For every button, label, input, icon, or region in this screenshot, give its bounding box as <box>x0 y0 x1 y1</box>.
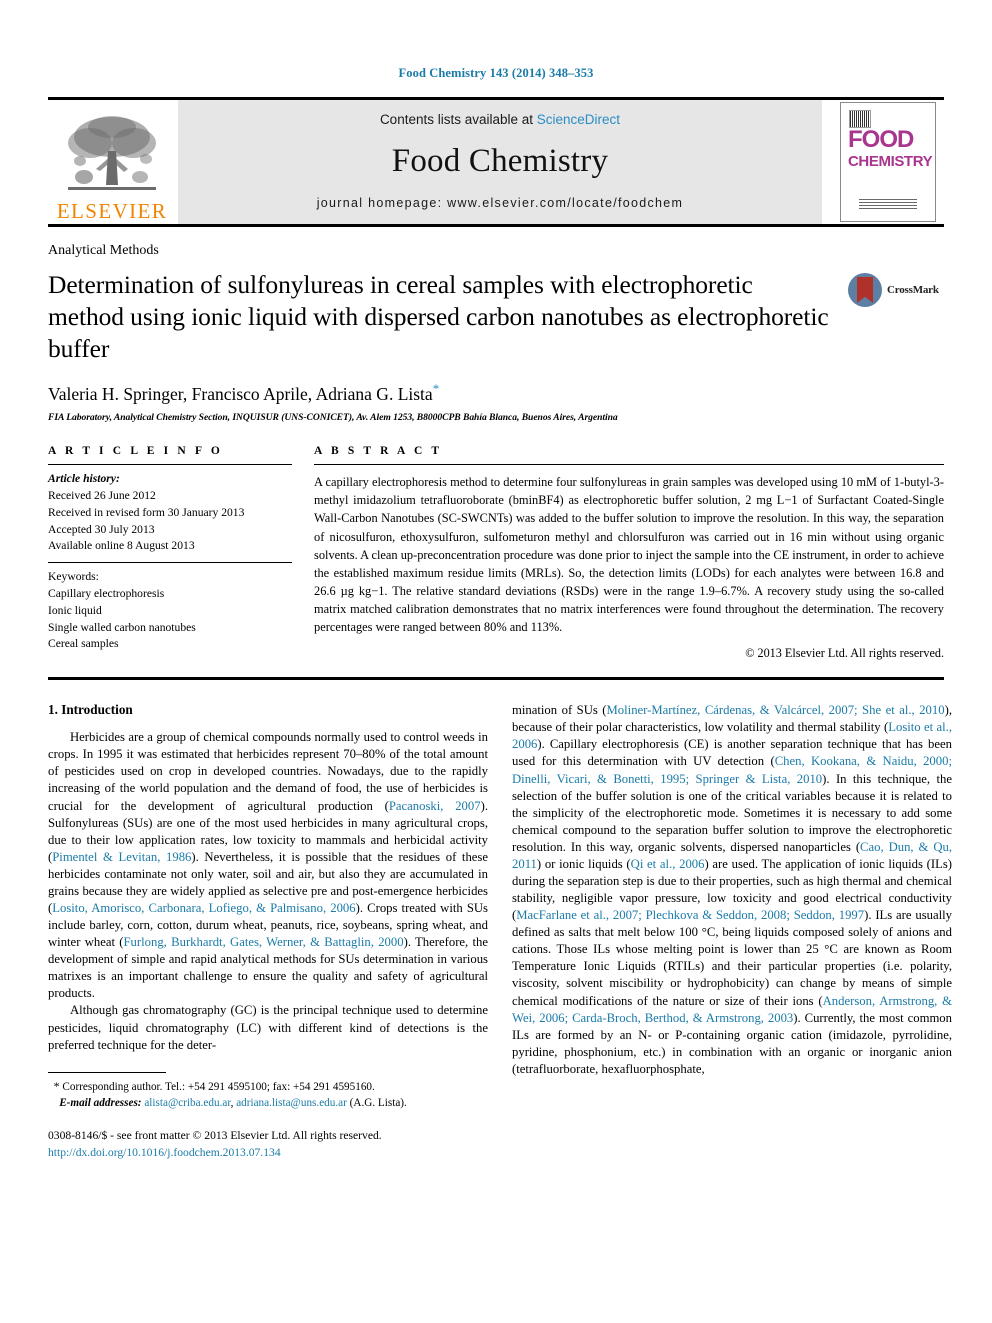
body-top-rule <box>48 677 944 681</box>
article-info-heading: A R T I C L E I N F O <box>48 445 223 458</box>
journal-title: Food Chemistry <box>391 143 609 179</box>
keywords-group: Keywords: Capillary electrophoresis Ioni… <box>48 562 292 653</box>
keywords-label: Keywords: <box>48 570 99 584</box>
crossmark-badge[interactable]: CrossMark <box>848 273 944 307</box>
journal-masthead: ELSEVIER Contents lists available at Sci… <box>48 97 944 224</box>
elsevier-wordmark: ELSEVIER <box>56 199 168 223</box>
intro-paragraph-continued: mination of SUs (Moliner-Martínez, Cárde… <box>512 702 952 1078</box>
affiliation: FIA Laboratory, Analytical Chemistry Sec… <box>48 412 618 424</box>
crossmark-label: CrossMark <box>887 284 939 296</box>
citation-furlong[interactable]: Furlong, Burkhardt, Gates, Werner, & Bat… <box>124 935 404 949</box>
left-column: 1. Introduction Herbicides are a group o… <box>48 702 488 1162</box>
doi-link[interactable]: http://dx.doi.org/10.1016/j.foodchem.201… <box>48 1145 488 1162</box>
abstract-text: A capillary electrophoresis method to de… <box>314 475 945 635</box>
article-history-label: Article history: <box>48 472 120 486</box>
journal-banner: Contents lists available at ScienceDirec… <box>178 100 822 224</box>
authors-names: Valeria H. Springer, Francisco Aprile, A… <box>48 384 433 405</box>
cover-chemistry-word: CHEMISTRY <box>848 153 933 170</box>
abstract-body: A capillary electrophoresis method to de… <box>314 465 944 636</box>
email-link-1[interactable]: alista@criba.edu.ar <box>144 1097 230 1109</box>
author-list: Valeria H. Springer, Francisco Aprile, A… <box>48 381 944 405</box>
abstract-heading: A B S T R A C T <box>314 445 443 458</box>
email-footnote: E-mail addresses: alista@criba.edu.ar, a… <box>48 1096 488 1112</box>
article-page: Food Chemistry 143 (2014) 348–353 ELSEVI… <box>0 0 992 1323</box>
intro-text: ) or ionic liquids ( <box>536 856 631 871</box>
masthead-bottom-rule <box>48 224 944 227</box>
journal-homepage[interactable]: journal homepage: www.elsevier.com/locat… <box>317 196 684 210</box>
email-suffix: (A.G. Lista). <box>346 1096 407 1109</box>
citation-macfarlane[interactable]: MacFarlane et al., 2007; Plechkova & Sed… <box>516 908 864 922</box>
citation-qi[interactable]: Qi et al., 2006 <box>631 857 705 871</box>
intro-text: mination of SUs ( <box>512 703 607 718</box>
introduction-heading: 1. Introduction <box>48 702 133 718</box>
citation-losito[interactable]: Losito, Amorisco, Carbonara, Lofiego, & … <box>52 901 355 915</box>
email-link-2[interactable]: adriana.lista@uns.edu.ar <box>236 1097 347 1109</box>
citation-pacanoski[interactable]: Pacanoski, 2007 <box>389 799 481 813</box>
email-label: E-mail addresses: <box>59 1096 142 1109</box>
history-item: Accepted 30 July 2013 <box>48 522 155 536</box>
info-abstract-row: A R T I C L E I N F O Article history: R… <box>48 445 944 661</box>
copyright-line: © 2013 Elsevier Ltd. All rights reserved… <box>745 646 944 661</box>
cover-footer-lines <box>859 199 917 209</box>
history-item: Available online 8 August 2013 <box>48 539 195 553</box>
corresponding-author-text: Corresponding author. Tel.: +54 291 4595… <box>59 1080 375 1093</box>
keyword-item: Cereal samples <box>48 637 119 651</box>
elsevier-logo: ELSEVIER <box>48 100 176 224</box>
intro-paragraph-1: Herbicides are a group of chemical compo… <box>48 729 488 1002</box>
crossmark-icon <box>848 273 882 307</box>
article-section-label: Analytical Methods <box>48 243 159 258</box>
history-item: Received 26 June 2012 <box>48 489 156 502</box>
imprint-block: 0308-8146/$ - see front matter © 2013 El… <box>48 1128 488 1162</box>
issn-copyright-line: 0308-8146/$ - see front matter © 2013 El… <box>48 1129 382 1143</box>
footnote-rule <box>48 1071 166 1073</box>
sciencedirect-link[interactable]: ScienceDirect <box>537 112 620 127</box>
cover-food-word: FOOD <box>848 126 914 153</box>
title-row: Determination of sulfonylureas in cereal… <box>48 269 944 365</box>
keyword-item: Ionic liquid <box>48 603 102 617</box>
right-column: mination of SUs (Moliner-Martínez, Cárde… <box>512 702 952 1162</box>
article-info-column: A R T I C L E I N F O Article history: R… <box>48 445 292 653</box>
contents-line: Contents lists available at ScienceDirec… <box>380 112 620 127</box>
keyword-item: Single walled carbon nanotubes <box>48 620 196 634</box>
keyword-item: Capillary electrophoresis <box>48 586 165 600</box>
citation-pimentel[interactable]: Pimentel & Levitan, 1986 <box>52 850 191 864</box>
running-head: Food Chemistry 143 (2014) 348–353 <box>398 66 594 80</box>
footnotes: * Corresponding author. Tel.: +54 291 45… <box>48 1071 488 1162</box>
article-history: Article history: Received 26 June 2012 R… <box>48 465 292 562</box>
journal-cover-thumbnail: FOOD CHEMISTRY <box>832 100 944 224</box>
intro-paragraph-2: Although gas chromatography (GC) is the … <box>48 1003 488 1052</box>
page-title: Determination of sulfonylureas in cereal… <box>48 270 829 364</box>
corresponding-author-marker[interactable]: * <box>433 381 440 396</box>
corresponding-author-footnote: * Corresponding author. Tel.: +54 291 45… <box>48 1078 488 1096</box>
elsevier-tree-icon <box>68 116 156 190</box>
body-columns: 1. Introduction Herbicides are a group o… <box>48 702 952 1162</box>
abstract-column: A B S T R A C T A capillary electrophore… <box>314 445 944 661</box>
cover-image: FOOD CHEMISTRY <box>840 102 936 222</box>
citation-moliner[interactable]: Moliner-Martínez, Cárdenas, & Valcárcel,… <box>607 703 945 717</box>
contents-prefix: Contents lists available at <box>379 112 537 127</box>
history-item: Received in revised form 30 January 2013 <box>48 505 245 519</box>
